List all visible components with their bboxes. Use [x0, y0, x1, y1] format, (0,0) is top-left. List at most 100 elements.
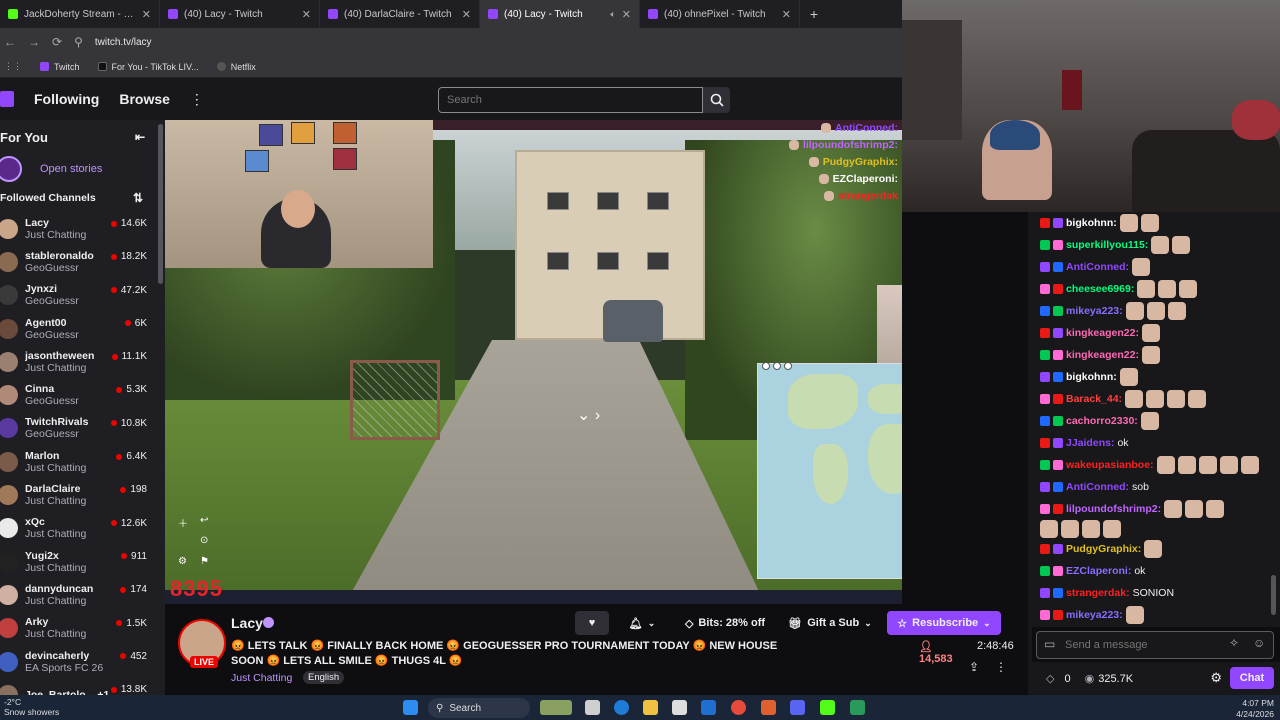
speaker-icon[interactable]: 🔈︎: [610, 9, 615, 20]
bits-icon[interactable]: ◇: [1046, 672, 1054, 685]
notifications-button[interactable]: 🔔︎ ⌄: [619, 611, 665, 635]
chat-username[interactable]: cachorro2330:: [1066, 410, 1138, 432]
browse-link[interactable]: Browse: [119, 91, 170, 107]
chat-message[interactable]: Barack_44:: [1032, 388, 1280, 410]
chat-username[interactable]: bigkohnn:: [1066, 212, 1117, 234]
browser-tab[interactable]: (40) Lacy - Twitch 🔈︎ ✕: [480, 0, 640, 28]
task-view-icon[interactable]: [585, 700, 600, 715]
taskbar-search[interactable]: ⚲ Search: [428, 698, 530, 718]
channel-points-balance[interactable]: 325.7K: [1098, 673, 1133, 685]
chat-username[interactable]: mikeya223:: [1066, 300, 1123, 322]
close-tab-icon[interactable]: ✕: [782, 8, 791, 21]
bookmark-tiktok[interactable]: For You - TikTok LIV...: [97, 62, 199, 72]
browser-tab[interactable]: (40) ohnePixel - Twitch ✕: [640, 0, 800, 28]
resubscribe-button[interactable]: ☆ Resubscribe ⌄: [887, 611, 1001, 635]
gift-sub-button[interactable]: 🎁︎ Gift a Sub ⌄: [783, 611, 877, 635]
sidebar-item-channel[interactable]: Jynxzi GeoGuessr 47.2K: [0, 279, 165, 312]
back-icon[interactable]: ←: [4, 35, 16, 49]
chat-message[interactable]: JJaidens: ok: [1032, 432, 1280, 454]
close-tab-icon[interactable]: ✕: [142, 8, 151, 21]
store-icon[interactable]: [672, 700, 687, 715]
minimap-size-icon[interactable]: [762, 362, 770, 370]
app-icon[interactable]: [850, 700, 865, 715]
gear-icon[interactable]: ⚙: [1210, 670, 1222, 686]
apps-icon[interactable]: ⋮⋮: [4, 61, 22, 72]
chat-username[interactable]: Barack_44:: [1066, 388, 1122, 410]
flag-icon[interactable]: ⚑: [200, 556, 209, 567]
streamer-name[interactable]: Lacy: [231, 615, 263, 631]
start-icon[interactable]: [403, 700, 418, 715]
chat-username[interactable]: JJaidens:: [1066, 432, 1114, 454]
sort-icon[interactable]: ⇅: [133, 191, 143, 205]
sidebar-item-channel[interactable]: xQc Just Chatting 12.6K: [0, 512, 165, 545]
more-menu-icon[interactable]: ⋮: [190, 91, 204, 108]
chat-message[interactable]: PudgyGraphix:: [1032, 538, 1280, 560]
minimap-pin-icon[interactable]: [784, 362, 792, 370]
minimap-size-icon[interactable]: [773, 362, 781, 370]
channel-points-icon[interactable]: ◉: [1085, 672, 1095, 685]
sidebar-item-channel[interactable]: stableronaldo GeoGuessr 18.2K: [0, 245, 165, 278]
discord-icon[interactable]: [790, 700, 805, 715]
chat-message[interactable]: bigkohnn:: [1032, 366, 1280, 388]
chat-username[interactable]: mikeya223:: [1066, 604, 1123, 626]
forward-icon[interactable]: →: [28, 35, 40, 49]
bookmark-netflix[interactable]: Netflix: [216, 62, 256, 72]
chat-username[interactable]: EZClaperoni:: [1066, 560, 1131, 582]
chat-message[interactable]: [1032, 520, 1280, 538]
location-icon[interactable]: ⊙: [200, 535, 208, 546]
chat-username[interactable]: PudgyGraphix:: [1066, 538, 1141, 560]
chat-message[interactable]: AntiConned:: [1032, 256, 1280, 278]
kick-icon[interactable]: [820, 700, 835, 715]
collapse-sidebar-icon[interactable]: ⇤: [135, 130, 145, 144]
chat-username[interactable]: wakeupasianboe:: [1066, 454, 1154, 476]
geoguessr-minimap[interactable]: [757, 363, 902, 579]
chat-message[interactable]: bigkohnn:: [1032, 212, 1280, 234]
emoji-icon[interactable]: ☺: [1253, 636, 1265, 650]
chat-username[interactable]: kingkeagen22:: [1066, 322, 1139, 344]
app-icon[interactable]: [761, 700, 776, 715]
chat-message[interactable]: cheesee6969:: [1032, 278, 1280, 300]
site-info-icon[interactable]: ⚲: [74, 35, 83, 49]
chat-message[interactable]: wakeupasianboe:: [1032, 454, 1280, 476]
open-stories[interactable]: Open stories: [0, 154, 165, 184]
chat-message[interactable]: strangerdak: SONION: [1032, 582, 1280, 604]
sidebar-item-channel[interactable]: Arky Just Chatting 1.5K: [0, 612, 165, 645]
chat-username[interactable]: cheesee6969:: [1066, 278, 1134, 300]
chat-username[interactable]: AntiConned:: [1066, 476, 1129, 498]
browser-tab[interactable]: JackDoherty Stream - Watch Li... ✕: [0, 0, 160, 28]
chat-scrollbar[interactable]: [1271, 575, 1276, 615]
sidebar-item-channel[interactable]: Joe_Bartolo... +1 13.8K: [0, 678, 165, 695]
bits-button[interactable]: ◇ Bits: 28% off: [677, 611, 773, 635]
undo-icon[interactable]: ↩: [200, 515, 208, 526]
chat-message[interactable]: kingkeagen22:: [1032, 322, 1280, 344]
language-tag[interactable]: English: [303, 671, 345, 684]
browser-tab[interactable]: (40) DarlaClaire - Twitch ✕: [320, 0, 480, 28]
follow-button[interactable]: ♥: [575, 611, 609, 635]
url-field[interactable]: twitch.tv/lacy: [95, 37, 152, 48]
twitch-logo-icon[interactable]: [0, 91, 14, 107]
sidebar-item-channel[interactable]: Yugi2x Just Chatting 911: [0, 545, 165, 578]
video-player[interactable]: ⌄ › AntiConned: lilpoundofshrimp2: Pudgy…: [165, 120, 902, 604]
settings-icon[interactable]: ⚙: [178, 556, 187, 567]
sidebar-item-channel[interactable]: Cinna GeoGuessr 5.3K: [0, 378, 165, 411]
sidebar-item-channel[interactable]: Marlon Just Chatting 6.4K: [0, 445, 165, 478]
chat-message[interactable]: mikeya223:: [1032, 300, 1280, 322]
close-tab-icon[interactable]: ✕: [462, 8, 471, 21]
chat-message[interactable]: AntiConned: sob: [1032, 476, 1280, 498]
chrome-icon[interactable]: [731, 700, 746, 715]
following-link[interactable]: Following: [34, 91, 99, 107]
edge-icon[interactable]: [614, 700, 629, 715]
category-link[interactable]: Just Chatting: [231, 672, 292, 684]
zoom-in-icon[interactable]: ＋: [178, 515, 188, 530]
system-clock[interactable]: 4:07 PM 4/24/2026: [1222, 698, 1274, 720]
chat-username[interactable]: bigkohnn:: [1066, 366, 1117, 388]
chat-message[interactable]: cachorro2330:: [1032, 410, 1280, 432]
bookmark-twitch[interactable]: Twitch: [40, 62, 80, 72]
browser-tab[interactable]: (40) Lacy - Twitch ✕: [160, 0, 320, 28]
sidebar-item-channel[interactable]: Agent00 GeoGuessr 6K: [0, 312, 165, 345]
chat-username[interactable]: superkillyou115:: [1066, 234, 1148, 256]
chat-identity-icon[interactable]: ▭: [1044, 637, 1055, 651]
file-explorer-icon[interactable]: [643, 700, 658, 715]
sidebar-item-channel[interactable]: TwitchRivals GeoGuessr 10.8K: [0, 412, 165, 445]
chat-message[interactable]: lilpoundofshrimp2:: [1032, 498, 1280, 520]
